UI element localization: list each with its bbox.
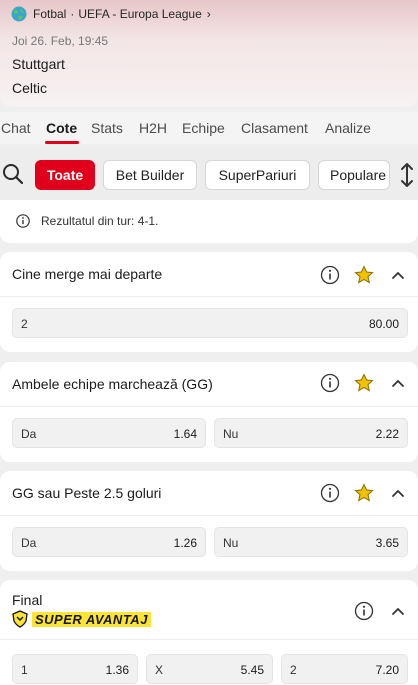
filter-populare[interactable]: Populare [318, 160, 390, 190]
tab-clasament[interactable]: Clasament [241, 120, 308, 136]
odd-button[interactable]: 2 80.00 [12, 308, 408, 338]
info-icon[interactable] [354, 601, 374, 621]
market-header[interactable]: Cine merge mai departe [0, 252, 418, 297]
chevron-up-icon[interactable] [388, 373, 408, 393]
shield-icon [12, 610, 28, 628]
tab-echipe[interactable]: Echipe [182, 120, 225, 136]
info-icon[interactable] [320, 373, 340, 393]
active-tab-indicator [45, 141, 79, 144]
tab-cote[interactable]: Cote [46, 120, 77, 136]
chevron-right-icon: › [206, 7, 211, 21]
sort-icon[interactable] [399, 162, 415, 188]
star-icon[interactable] [354, 483, 374, 503]
globe-icon [11, 6, 27, 22]
filter-bet-builder[interactable]: Bet Builder [103, 160, 197, 190]
odd-button[interactable]: X 5.45 [146, 654, 273, 684]
away-team: Celtic [12, 80, 48, 96]
filter-bar: Toate Bet Builder SuperPariuri Populare [0, 148, 418, 200]
info-icon[interactable] [320, 483, 340, 503]
super-avantaj-badge: SUPER AVANTAJ [12, 610, 151, 628]
chevron-up-icon[interactable] [388, 601, 408, 621]
odd-button[interactable]: 1 1.36 [12, 654, 138, 684]
odd-button[interactable]: Da 1.26 [12, 527, 206, 557]
competition-label: UEFA - Europa League [78, 7, 202, 21]
filter-toate[interactable]: Toate [35, 160, 95, 190]
market-header[interactable]: Final SUPER AVANTAJ [0, 580, 418, 640]
tab-bar: Chat Cote Stats H2H Echipe Clasament Ana… [0, 112, 418, 144]
info-icon [16, 214, 30, 228]
info-icon[interactable] [320, 265, 340, 285]
market-title: Ambele echipe marchează (GG) [12, 376, 213, 392]
odd-button[interactable]: Nu 2.22 [214, 418, 408, 448]
home-team: Stuttgart [12, 56, 65, 72]
info-text: Rezultatul din tur: 4-1. [41, 214, 159, 228]
tab-chat[interactable]: Chat [1, 120, 31, 136]
match-header: Fotbal · UEFA - Europa League › Joi 26. … [0, 0, 418, 107]
market-card: GG sau Peste 2.5 goluri Da 1.26 Nu 3.65 [0, 471, 418, 571]
market-title: Final [12, 592, 43, 608]
sport-label: Fotbal [33, 7, 67, 21]
star-icon[interactable] [354, 265, 374, 285]
market-header[interactable]: GG sau Peste 2.5 goluri [0, 471, 418, 516]
match-date: Joi 26. Feb, 19:45 [12, 34, 109, 48]
star-icon[interactable] [354, 373, 374, 393]
market-card: Ambele echipe marchează (GG) Da 1.64 Nu … [0, 362, 418, 462]
market-title: GG sau Peste 2.5 goluri [12, 485, 162, 501]
market-header[interactable]: Ambele echipe marchează (GG) [0, 362, 418, 407]
chevron-up-icon[interactable] [388, 265, 408, 285]
tab-analize[interactable]: Analize [325, 120, 371, 136]
tab-h2h[interactable]: H2H [139, 120, 167, 136]
market-card: Final SUPER AVANTAJ 1 1.36 X 5.45 2 7.20 [0, 580, 418, 685]
filter-superpariuri[interactable]: SuperPariuri [205, 160, 310, 190]
search-icon[interactable] [2, 163, 24, 185]
market-card: Cine merge mai departe 2 80.00 [0, 252, 418, 352]
chevron-up-icon[interactable] [388, 483, 408, 503]
tab-stats[interactable]: Stats [91, 120, 123, 136]
odd-button[interactable]: Da 1.64 [12, 418, 206, 448]
odd-button[interactable]: 2 7.20 [281, 654, 408, 684]
competition-breadcrumb[interactable]: Fotbal · UEFA - Europa League › [11, 6, 211, 22]
odd-button[interactable]: Nu 3.65 [214, 527, 408, 557]
market-title: Cine merge mai departe [12, 266, 163, 282]
info-card: Rezultatul din tur: 4-1. [0, 200, 418, 243]
